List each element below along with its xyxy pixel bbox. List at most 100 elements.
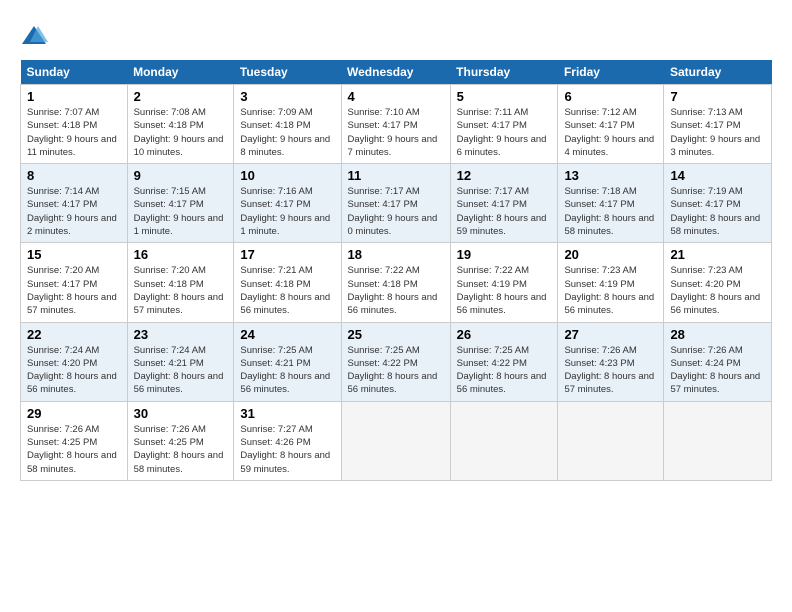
calendar-table: SundayMondayTuesdayWednesdayThursdayFrid… — [20, 60, 772, 481]
day-cell: 7 Sunrise: 7:13 AMSunset: 4:17 PMDayligh… — [664, 85, 772, 164]
day-cell — [664, 401, 772, 480]
day-number: 5 — [457, 89, 552, 104]
day-number: 20 — [564, 247, 657, 262]
header — [20, 18, 772, 50]
day-info: Sunrise: 7:23 AMSunset: 4:20 PMDaylight:… — [670, 265, 760, 316]
day-info: Sunrise: 7:26 AMSunset: 4:25 PMDaylight:… — [27, 424, 117, 475]
day-info: Sunrise: 7:25 AMSunset: 4:22 PMDaylight:… — [457, 345, 547, 396]
day-number: 17 — [240, 247, 334, 262]
day-cell: 30 Sunrise: 7:26 AMSunset: 4:25 PMDaylig… — [127, 401, 234, 480]
day-info: Sunrise: 7:08 AMSunset: 4:18 PMDaylight:… — [134, 107, 224, 158]
week-row-5: 29 Sunrise: 7:26 AMSunset: 4:25 PMDaylig… — [21, 401, 772, 480]
day-number: 26 — [457, 327, 552, 342]
day-cell: 13 Sunrise: 7:18 AMSunset: 4:17 PMDaylig… — [558, 164, 664, 243]
logo-icon — [20, 22, 48, 50]
day-number: 10 — [240, 168, 334, 183]
day-cell: 4 Sunrise: 7:10 AMSunset: 4:17 PMDayligh… — [341, 85, 450, 164]
col-header-friday: Friday — [558, 60, 664, 85]
day-info: Sunrise: 7:23 AMSunset: 4:19 PMDaylight:… — [564, 265, 654, 316]
day-cell: 5 Sunrise: 7:11 AMSunset: 4:17 PMDayligh… — [450, 85, 558, 164]
day-info: Sunrise: 7:07 AMSunset: 4:18 PMDaylight:… — [27, 107, 117, 158]
day-info: Sunrise: 7:22 AMSunset: 4:18 PMDaylight:… — [348, 265, 438, 316]
header-row: SundayMondayTuesdayWednesdayThursdayFrid… — [21, 60, 772, 85]
day-cell: 29 Sunrise: 7:26 AMSunset: 4:25 PMDaylig… — [21, 401, 128, 480]
day-number: 15 — [27, 247, 121, 262]
day-number: 11 — [348, 168, 444, 183]
day-cell: 3 Sunrise: 7:09 AMSunset: 4:18 PMDayligh… — [234, 85, 341, 164]
day-info: Sunrise: 7:24 AMSunset: 4:21 PMDaylight:… — [134, 345, 224, 396]
day-cell — [558, 401, 664, 480]
day-number: 12 — [457, 168, 552, 183]
day-cell: 12 Sunrise: 7:17 AMSunset: 4:17 PMDaylig… — [450, 164, 558, 243]
col-header-wednesday: Wednesday — [341, 60, 450, 85]
day-info: Sunrise: 7:16 AMSunset: 4:17 PMDaylight:… — [240, 186, 330, 237]
day-cell: 16 Sunrise: 7:20 AMSunset: 4:18 PMDaylig… — [127, 243, 234, 322]
day-cell: 23 Sunrise: 7:24 AMSunset: 4:21 PMDaylig… — [127, 322, 234, 401]
week-row-3: 15 Sunrise: 7:20 AMSunset: 4:17 PMDaylig… — [21, 243, 772, 322]
day-number: 6 — [564, 89, 657, 104]
calendar-page: SundayMondayTuesdayWednesdayThursdayFrid… — [0, 0, 792, 491]
day-cell: 8 Sunrise: 7:14 AMSunset: 4:17 PMDayligh… — [21, 164, 128, 243]
day-info: Sunrise: 7:14 AMSunset: 4:17 PMDaylight:… — [27, 186, 117, 237]
day-cell: 11 Sunrise: 7:17 AMSunset: 4:17 PMDaylig… — [341, 164, 450, 243]
day-info: Sunrise: 7:20 AMSunset: 4:17 PMDaylight:… — [27, 265, 117, 316]
day-number: 29 — [27, 406, 121, 421]
day-number: 7 — [670, 89, 765, 104]
day-number: 3 — [240, 89, 334, 104]
day-number: 31 — [240, 406, 334, 421]
day-number: 13 — [564, 168, 657, 183]
day-number: 22 — [27, 327, 121, 342]
day-info: Sunrise: 7:10 AMSunset: 4:17 PMDaylight:… — [348, 107, 438, 158]
day-cell: 15 Sunrise: 7:20 AMSunset: 4:17 PMDaylig… — [21, 243, 128, 322]
day-info: Sunrise: 7:17 AMSunset: 4:17 PMDaylight:… — [457, 186, 547, 237]
day-number: 24 — [240, 327, 334, 342]
day-info: Sunrise: 7:12 AMSunset: 4:17 PMDaylight:… — [564, 107, 654, 158]
day-cell: 18 Sunrise: 7:22 AMSunset: 4:18 PMDaylig… — [341, 243, 450, 322]
day-number: 23 — [134, 327, 228, 342]
day-number: 8 — [27, 168, 121, 183]
day-number: 18 — [348, 247, 444, 262]
day-cell: 24 Sunrise: 7:25 AMSunset: 4:21 PMDaylig… — [234, 322, 341, 401]
day-cell: 31 Sunrise: 7:27 AMSunset: 4:26 PMDaylig… — [234, 401, 341, 480]
day-cell: 28 Sunrise: 7:26 AMSunset: 4:24 PMDaylig… — [664, 322, 772, 401]
day-info: Sunrise: 7:15 AMSunset: 4:17 PMDaylight:… — [134, 186, 224, 237]
day-info: Sunrise: 7:17 AMSunset: 4:17 PMDaylight:… — [348, 186, 438, 237]
day-info: Sunrise: 7:21 AMSunset: 4:18 PMDaylight:… — [240, 265, 330, 316]
col-header-sunday: Sunday — [21, 60, 128, 85]
col-header-saturday: Saturday — [664, 60, 772, 85]
day-cell: 21 Sunrise: 7:23 AMSunset: 4:20 PMDaylig… — [664, 243, 772, 322]
day-info: Sunrise: 7:27 AMSunset: 4:26 PMDaylight:… — [240, 424, 330, 475]
day-info: Sunrise: 7:25 AMSunset: 4:22 PMDaylight:… — [348, 345, 438, 396]
day-info: Sunrise: 7:19 AMSunset: 4:17 PMDaylight:… — [670, 186, 760, 237]
day-number: 19 — [457, 247, 552, 262]
day-cell: 9 Sunrise: 7:15 AMSunset: 4:17 PMDayligh… — [127, 164, 234, 243]
day-info: Sunrise: 7:11 AMSunset: 4:17 PMDaylight:… — [457, 107, 547, 158]
day-cell: 19 Sunrise: 7:22 AMSunset: 4:19 PMDaylig… — [450, 243, 558, 322]
day-info: Sunrise: 7:26 AMSunset: 4:24 PMDaylight:… — [670, 345, 760, 396]
week-row-1: 1 Sunrise: 7:07 AMSunset: 4:18 PMDayligh… — [21, 85, 772, 164]
col-header-monday: Monday — [127, 60, 234, 85]
day-info: Sunrise: 7:09 AMSunset: 4:18 PMDaylight:… — [240, 107, 330, 158]
day-info: Sunrise: 7:26 AMSunset: 4:25 PMDaylight:… — [134, 424, 224, 475]
day-number: 2 — [134, 89, 228, 104]
day-cell: 17 Sunrise: 7:21 AMSunset: 4:18 PMDaylig… — [234, 243, 341, 322]
day-info: Sunrise: 7:25 AMSunset: 4:21 PMDaylight:… — [240, 345, 330, 396]
day-cell — [450, 401, 558, 480]
day-cell: 27 Sunrise: 7:26 AMSunset: 4:23 PMDaylig… — [558, 322, 664, 401]
day-number: 27 — [564, 327, 657, 342]
day-cell: 1 Sunrise: 7:07 AMSunset: 4:18 PMDayligh… — [21, 85, 128, 164]
day-cell — [341, 401, 450, 480]
day-cell: 2 Sunrise: 7:08 AMSunset: 4:18 PMDayligh… — [127, 85, 234, 164]
day-cell: 10 Sunrise: 7:16 AMSunset: 4:17 PMDaylig… — [234, 164, 341, 243]
day-cell: 26 Sunrise: 7:25 AMSunset: 4:22 PMDaylig… — [450, 322, 558, 401]
day-number: 14 — [670, 168, 765, 183]
day-info: Sunrise: 7:26 AMSunset: 4:23 PMDaylight:… — [564, 345, 654, 396]
day-number: 25 — [348, 327, 444, 342]
day-cell: 25 Sunrise: 7:25 AMSunset: 4:22 PMDaylig… — [341, 322, 450, 401]
day-number: 9 — [134, 168, 228, 183]
day-number: 4 — [348, 89, 444, 104]
day-info: Sunrise: 7:22 AMSunset: 4:19 PMDaylight:… — [457, 265, 547, 316]
day-number: 28 — [670, 327, 765, 342]
day-number: 16 — [134, 247, 228, 262]
logo — [20, 22, 52, 50]
